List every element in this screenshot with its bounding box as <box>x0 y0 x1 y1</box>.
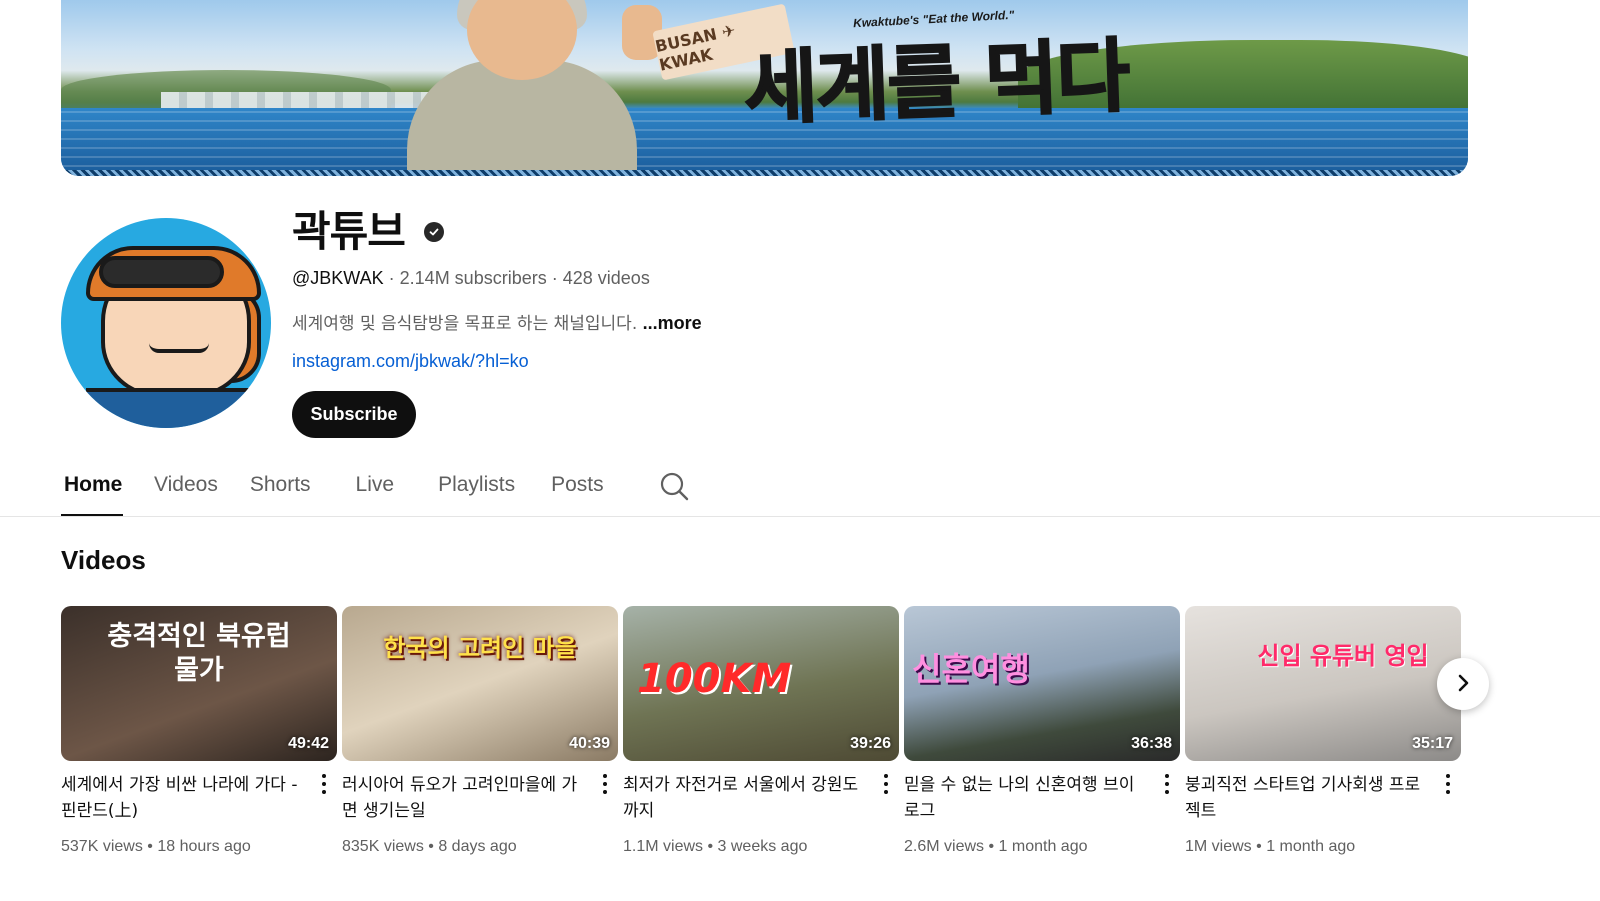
video-age: 18 hours ago <box>157 838 251 855</box>
video-meta: 537K views • 18 hours ago <box>61 838 251 855</box>
video-card[interactable]: 신입 유튜버 영입 35:17 붕괴직전 스타트업 기사회생 프로젝트 1M v… <box>1185 606 1461 855</box>
channel-meta: @JBKWAK · 2.14M subscribers · 428 videos <box>292 268 650 289</box>
video-count: 428 videos <box>562 268 650 288</box>
video-card[interactable]: 충격적인 북유럽 물가 49:42 세계에서 가장 비싼 나라에 가다 - 핀란… <box>61 606 337 855</box>
search-icon[interactable] <box>659 471 689 501</box>
tab-label: Shorts <box>249 473 311 496</box>
meta-separator: · <box>551 268 558 288</box>
subscriber-count: 2.14M subscribers <box>399 268 547 288</box>
channel-link[interactable]: instagram.com/jbkwak/?hl=ko <box>292 351 529 372</box>
video-duration: 49:42 <box>288 735 329 752</box>
channel-avatar[interactable] <box>61 218 271 428</box>
tab-posts[interactable]: Posts <box>551 462 604 517</box>
view-count: 1M views <box>1185 838 1252 855</box>
subscribe-button[interactable]: Subscribe <box>292 391 416 438</box>
more-vert-icon[interactable] <box>1441 772 1455 796</box>
banner-person <box>397 0 662 176</box>
channel-handle: @JBKWAK <box>292 268 384 288</box>
video-meta: 2.6M views • 1 month ago <box>904 838 1088 855</box>
tab-label: Live <box>355 473 395 496</box>
video-meta: 1M views • 1 month ago <box>1185 838 1356 855</box>
tab-label: Posts <box>551 473 604 496</box>
tab-label: Videos <box>154 473 218 496</box>
video-duration: 40:39 <box>569 735 610 752</box>
banner-edge <box>61 170 1468 176</box>
meta-separator: · <box>388 268 395 288</box>
tab-home[interactable]: Home <box>61 462 123 517</box>
tab-videos[interactable]: Videos <box>154 462 218 517</box>
tab-shorts[interactable]: Shorts <box>250 462 311 517</box>
channel-name: 곽튜브 <box>292 207 406 256</box>
video-thumbnail[interactable]: 한국의 고려인 마을 40:39 <box>342 606 618 761</box>
video-thumbnail[interactable]: 신입 유튜버 영입 35:17 <box>1185 606 1461 761</box>
video-card[interactable]: 100KM 39:26 최저가 자전거로 서울에서 강원도까지 1.1M vie… <box>623 606 899 855</box>
video-card[interactable]: 신혼여행 36:38 믿을 수 없는 나의 신혼여행 브이로그 2.6M vie… <box>904 606 1180 855</box>
tab-playlists[interactable]: Playlists <box>438 462 515 517</box>
more-vert-icon[interactable] <box>1160 772 1174 796</box>
tab-label: Playlists <box>438 473 516 496</box>
tab-live[interactable]: Live <box>356 462 395 517</box>
thumbnail-text: 100KM <box>637 656 792 702</box>
description-text: 세계여행 및 음식탐방을 목표로 하는 채널입니다. <box>292 314 638 334</box>
video-age: 8 days ago <box>438 838 517 855</box>
video-age: 1 month ago <box>1266 838 1356 855</box>
verified-check-icon <box>424 222 444 242</box>
more-vert-icon[interactable] <box>598 772 612 796</box>
video-age: 3 weeks ago <box>717 838 808 855</box>
channel-tabs: Home Videos Shorts Live Playlists Posts <box>61 462 604 517</box>
view-count: 2.6M views <box>904 838 985 855</box>
next-button[interactable] <box>1437 658 1489 710</box>
thumbnail-text: 충격적인 북유럽 물가 <box>107 621 291 686</box>
thumbnail-text: 한국의 고려인 마을 <box>383 634 577 662</box>
more-link[interactable]: ...more <box>643 313 702 333</box>
channel-description[interactable]: 세계여행 및 음식탐방을 목표로 하는 채널입니다. ...more <box>292 309 702 334</box>
thumbnail-text: 신혼여행 <box>912 650 1030 688</box>
video-title[interactable]: 붕괴직전 스타트업 기사회생 프로젝트 <box>1185 772 1425 824</box>
video-title[interactable]: 세계에서 가장 비싼 나라에 가다 - 핀란드(上) <box>61 772 301 824</box>
view-count: 1.1M views <box>623 838 704 855</box>
channel-banner: BUSAN ✈ KWAK Kwaktube's "Eat the World."… <box>61 0 1468 176</box>
chevron-right-icon <box>1452 672 1474 697</box>
video-title[interactable]: 러시아어 듀오가 고려인마을에 가면 생기는일 <box>342 772 582 824</box>
tab-label: Home <box>64 473 123 496</box>
video-meta: 835K views • 8 days ago <box>342 838 517 855</box>
video-duration: 39:26 <box>850 735 891 752</box>
video-duration: 35:17 <box>1412 735 1453 752</box>
video-card[interactable]: 한국의 고려인 마을 40:39 러시아어 듀오가 고려인마을에 가면 생기는일… <box>342 606 618 855</box>
video-meta: 1.1M views • 3 weeks ago <box>623 838 808 855</box>
thumbnail-text: 신입 유튜버 영입 <box>1257 642 1429 670</box>
video-age: 1 month ago <box>998 838 1088 855</box>
video-thumbnail[interactable]: 100KM 39:26 <box>623 606 899 761</box>
video-duration: 36:38 <box>1131 735 1172 752</box>
video-thumbnail[interactable]: 신혼여행 36:38 <box>904 606 1180 761</box>
video-title[interactable]: 최저가 자전거로 서울에서 강원도까지 <box>623 772 863 824</box>
section-title: Videos <box>61 545 146 575</box>
video-thumbnail[interactable]: 충격적인 북유럽 물가 49:42 <box>61 606 337 761</box>
video-title[interactable]: 믿을 수 없는 나의 신혼여행 브이로그 <box>904 772 1144 824</box>
banner-headline: 세계를 먹다 <box>742 28 1131 136</box>
view-count: 835K views <box>342 838 424 855</box>
tabs-divider <box>0 516 1600 517</box>
more-vert-icon[interactable] <box>317 772 331 796</box>
view-count: 537K views <box>61 838 143 855</box>
more-vert-icon[interactable] <box>879 772 893 796</box>
